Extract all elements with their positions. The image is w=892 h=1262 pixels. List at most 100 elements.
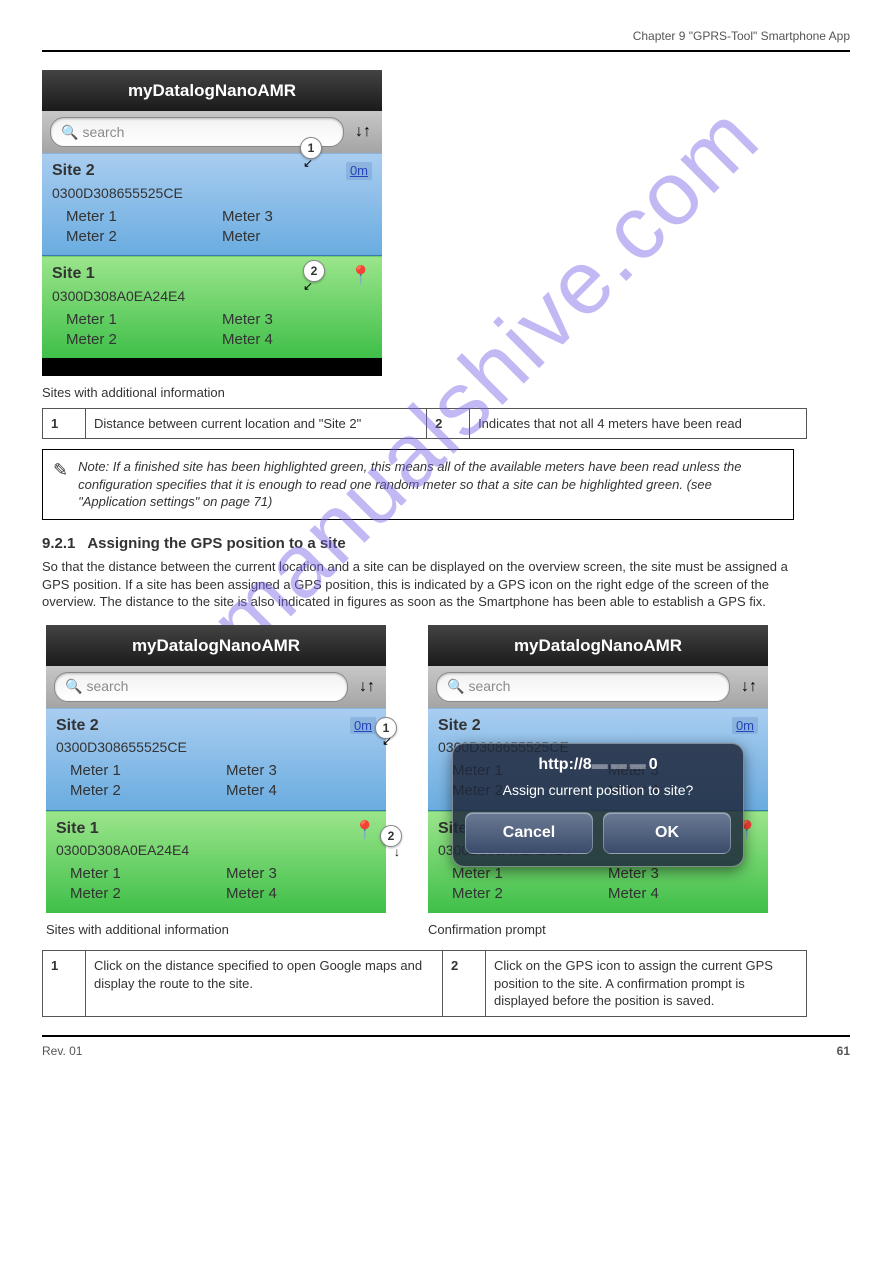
meter-label: Meter 4 xyxy=(226,884,376,904)
legend-num: 1 xyxy=(43,951,86,1017)
legend-text: Click on the distance specified to open … xyxy=(86,951,443,1017)
doc-header: Chapter 9 "GPRS-Tool" Smartphone App xyxy=(42,28,850,52)
pin-icon[interactable]: 📍 xyxy=(354,818,376,842)
phone-screenshot-1: myDatalogNanoAMR 🔍 search ↓↑ 0m Site 2 0… xyxy=(42,70,382,376)
phone-screenshot-3: myDatalogNanoAMR 🔍 search ↓↑ 0m Site 2 0… xyxy=(428,625,768,913)
search-bar: 🔍 search ↓↑ xyxy=(42,111,382,153)
confirm-dialog: http://8▬▬▬0 Assign current position to … xyxy=(452,743,744,867)
figure-caption: Sites with additional information xyxy=(42,384,850,402)
dialog-title: http://8▬▬▬0 xyxy=(465,754,731,776)
arrow-icon: ↙ xyxy=(382,733,392,749)
meter-label: Meter 2 xyxy=(452,884,602,904)
page-number: 61 xyxy=(837,1043,850,1059)
search-placeholder: search xyxy=(86,677,128,696)
meter-label: Meter 1 xyxy=(70,864,220,884)
meter-label: Meter 1 xyxy=(452,864,602,884)
site-1-row[interactable]: 📍 Site 1 0300D308A0EA24E4 Meter 1 Meter … xyxy=(42,256,382,358)
phone-screenshot-2: myDatalogNanoAMR 🔍 search ↓↑ 0m Site 2 0… xyxy=(46,625,386,913)
ok-button[interactable]: OK xyxy=(603,812,731,854)
meter-label: Meter 2 xyxy=(70,884,220,904)
meter-grid: Meter 1 Meter 3 Meter 2 Meter 4 xyxy=(56,860,376,905)
footer-rev: Rev. 01 xyxy=(42,1043,82,1059)
meter-label: Meter 3 xyxy=(222,207,372,227)
app-title: myDatalogNanoAMR xyxy=(42,70,382,111)
figure-caption: Confirmation prompt xyxy=(428,921,768,939)
section-heading: 9.2.1 Assigning the GPS position to a si… xyxy=(42,534,850,554)
meter-label: Meter 1 xyxy=(66,310,216,330)
cancel-button[interactable]: Cancel xyxy=(465,812,593,854)
distance-badge[interactable]: 0m xyxy=(346,162,372,180)
meter-label: Meter 2 xyxy=(70,781,220,801)
search-icon: 🔍 xyxy=(61,123,78,142)
section-number: 9.2.1 xyxy=(42,535,75,552)
arrow-icon: ↙ xyxy=(303,278,313,294)
search-placeholder: search xyxy=(82,123,124,142)
search-icon: 🔍 xyxy=(65,677,82,696)
search-input[interactable]: 🔍 search xyxy=(50,117,344,147)
dialog-message: Assign current position to site? xyxy=(465,781,731,800)
search-bar: 🔍 search ↓↑ xyxy=(428,666,768,708)
pin-icon[interactable]: 📍 xyxy=(350,263,372,287)
app-title: myDatalogNanoAMR xyxy=(46,625,386,666)
legend-num: 2 xyxy=(427,408,470,439)
search-bar: 🔍 search ↓↑ xyxy=(46,666,386,708)
legend-table-1: 1 Distance between current location and … xyxy=(42,408,807,440)
meter-label: Meter 3 xyxy=(608,864,758,884)
arrow-icon: ↓ xyxy=(394,844,400,860)
meter-label: Meter xyxy=(222,227,372,247)
figure-caption: Sites with additional information xyxy=(46,921,386,939)
legend-text: Click on the GPS icon to assign the curr… xyxy=(486,951,807,1017)
section-title-text: Assigning the GPS position to a site xyxy=(87,535,345,552)
meter-grid: Meter 1 Meter 3 Meter 2 Meter 4 xyxy=(52,306,372,351)
note-box: ✎ Note: If a finished site has been high… xyxy=(42,449,794,520)
meter-grid: Meter 1 Meter 3 Meter 2 Meter 4 xyxy=(438,860,758,905)
meter-label: Meter 4 xyxy=(608,884,758,904)
meter-label: Meter 3 xyxy=(226,761,376,781)
meter-label: Meter 4 xyxy=(226,781,376,801)
search-input[interactable]: 🔍 search xyxy=(436,672,730,702)
site-2-row[interactable]: 0m Site 2 0300D308655525CE Meter 1 Meter… xyxy=(46,708,386,811)
search-placeholder: search xyxy=(468,677,510,696)
section-body: So that the distance between the current… xyxy=(42,558,802,611)
site-serial: 0300D308A0EA24E4 xyxy=(56,841,376,860)
site-serial: 0300D308655525CE xyxy=(56,738,376,757)
meter-label: Meter 2 xyxy=(66,330,216,350)
distance-badge[interactable]: 0m xyxy=(732,717,758,735)
note-icon: ✎ xyxy=(53,458,68,511)
doc-footer: Rev. 01 61 xyxy=(42,1035,850,1059)
distance-badge[interactable]: 0m xyxy=(350,717,376,735)
site-serial: 0300D308655525CE xyxy=(52,184,372,203)
dialog-title-suffix: 0 xyxy=(649,756,658,773)
app-title: myDatalogNanoAMR xyxy=(428,625,768,666)
legend-text: Indicates that not all 4 meters have bee… xyxy=(470,408,807,439)
meter-label: Meter 1 xyxy=(66,207,216,227)
header-right: Chapter 9 "GPRS-Tool" Smartphone App xyxy=(633,28,850,44)
sort-icon[interactable]: ↓↑ xyxy=(356,676,378,698)
arrow-icon: ↙ xyxy=(303,155,313,171)
site-1-row[interactable]: 📍 Site 1 0300D308A0EA24E4 Meter 1 Meter … xyxy=(46,811,386,913)
search-icon: 🔍 xyxy=(447,677,464,696)
meter-label: Meter 3 xyxy=(226,864,376,884)
legend-num: 2 xyxy=(443,951,486,1017)
search-input[interactable]: 🔍 search xyxy=(54,672,348,702)
site-name: Site 1 xyxy=(56,818,376,840)
meter-grid: Meter 1 Meter 3 Meter 2 Meter xyxy=(52,203,372,248)
site-name: Site 2 xyxy=(52,160,372,182)
site-name: Site 2 xyxy=(438,715,758,737)
meter-label: Meter 3 xyxy=(222,310,372,330)
legend-table-2: 1 Click on the distance specified to ope… xyxy=(42,950,807,1017)
site-2-row[interactable]: 0m Site 2 0300D308655525CE Meter 1 Meter… xyxy=(42,153,382,256)
legend-num: 1 xyxy=(43,408,86,439)
note-text: Note: If a finished site has been highli… xyxy=(78,458,783,511)
meter-label: Meter 1 xyxy=(70,761,220,781)
site-serial: 0300D308A0EA24E4 xyxy=(52,287,372,306)
meter-label: Meter 2 xyxy=(66,227,216,247)
legend-text: Distance between current location and "S… xyxy=(86,408,427,439)
meter-grid: Meter 1 Meter 3 Meter 2 Meter 4 xyxy=(56,757,376,802)
bottom-strip xyxy=(42,358,382,376)
meter-label: Meter 4 xyxy=(222,330,372,350)
sort-icon[interactable]: ↓↑ xyxy=(738,676,760,698)
site-name: Site 2 xyxy=(56,715,376,737)
sort-icon[interactable]: ↓↑ xyxy=(352,121,374,143)
dialog-title-prefix: http://8 xyxy=(538,756,591,773)
